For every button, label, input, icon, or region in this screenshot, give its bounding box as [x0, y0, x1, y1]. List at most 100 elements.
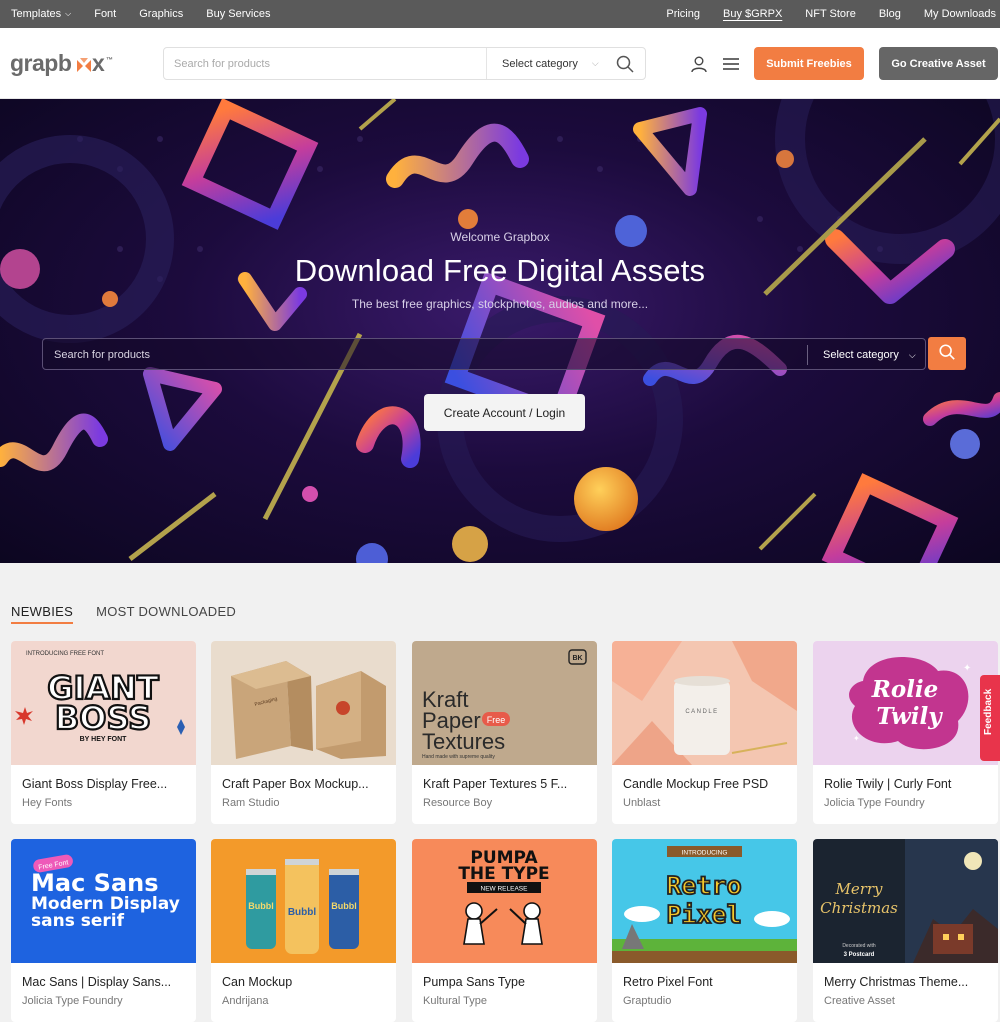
card-title[interactable]: Kraft Paper Textures 5 F... — [423, 777, 588, 791]
card-thumbnail: INTRODUCING FREE FONT GIANT BOSS BY HEY … — [11, 641, 196, 765]
tab-newbies[interactable]: NEWBIES — [11, 604, 74, 624]
svg-text:3 Postcard: 3 Postcard — [844, 952, 875, 958]
hamburger-menu-icon[interactable] — [722, 56, 740, 72]
header-category-label: Select category — [502, 57, 578, 70]
asset-card[interactable]: CANDLE Candle Mockup Free PSD Unblast — [612, 641, 797, 824]
chevron-down-icon: ⌵ — [908, 349, 916, 360]
asset-card[interactable]: BK Kraft Paper Free Textures Hand made w… — [412, 641, 597, 824]
topnav-nft-store[interactable]: NFT Store — [805, 0, 856, 28]
card-author[interactable]: Jolicia Type Foundry — [22, 995, 123, 1007]
topnav-pricing[interactable]: Pricing — [666, 0, 700, 28]
svg-text:Mac Sans: Mac Sans — [31, 869, 159, 897]
card-author[interactable]: Unblast — [623, 797, 660, 809]
top-bar: Templates ⌵ Font Graphics Buy Services Pr… — [0, 0, 1000, 28]
card-title[interactable]: Rolie Twily | Curly Font — [824, 777, 989, 791]
topnav-templates-label: Templates — [11, 8, 62, 20]
card-author[interactable]: Graptudio — [623, 995, 671, 1007]
header-category-select[interactable]: Select category ⌵ — [486, 48, 599, 79]
svg-text:BOSS: BOSS — [55, 699, 151, 737]
card-thumbnail: BK Kraft Paper Free Textures Hand made w… — [412, 641, 597, 765]
hero-search-box: Select category ⌵ — [42, 338, 926, 370]
svg-text:sans serif: sans serif — [31, 911, 125, 931]
card-thumbnail: INTRODUCING Retro Pixel — [612, 839, 797, 963]
card-author[interactable]: Resource Boy — [423, 797, 492, 809]
svg-text:INTRODUCING: INTRODUCING — [682, 850, 728, 857]
card-title[interactable]: Pumpa Sans Type — [423, 975, 588, 989]
card-author[interactable]: Creative Asset — [824, 995, 895, 1007]
go-creative-asset-button[interactable]: Go Creative Asset — [879, 47, 998, 80]
card-title[interactable]: Merry Christmas Theme... — [824, 975, 989, 989]
svg-text:Christmas: Christmas — [820, 899, 898, 917]
card-title[interactable]: Mac Sans | Display Sans... — [22, 975, 187, 989]
hero-search-input[interactable] — [54, 346, 554, 364]
topnav-buy-services[interactable]: Buy Services — [206, 0, 270, 28]
topnav-my-downloads[interactable]: My Downloads — [924, 0, 996, 28]
card-thumbnail: Packaging — [211, 641, 396, 765]
header-search-box: Select category ⌵ — [163, 47, 646, 80]
feedback-tab[interactable]: Feedback — [980, 675, 1000, 761]
svg-text:Bubbl: Bubbl — [288, 907, 317, 918]
svg-text:✦: ✦ — [853, 734, 860, 743]
hero-welcome: Welcome Grapbox — [450, 230, 550, 244]
asset-card[interactable]: Packaging Craft Paper Box Mockup... Ram … — [211, 641, 396, 824]
card-title[interactable]: Craft Paper Box Mockup... — [222, 777, 387, 791]
hero-search-button[interactable] — [928, 337, 966, 370]
svg-text:Rolie: Rolie — [871, 676, 939, 703]
svg-text:Textures: Textures — [422, 729, 505, 754]
topnav-graphics[interactable]: Graphics — [139, 0, 183, 28]
topnav-font[interactable]: Font — [94, 0, 116, 28]
svg-text:grapb: grapb — [10, 50, 72, 76]
hero-abstract-background — [0, 99, 1000, 563]
svg-text:BK: BK — [572, 655, 582, 662]
asset-card[interactable]: INTRODUCING Retro Pixel Retro Pixel Font… — [612, 839, 797, 1022]
hero-category-select[interactable]: Select category ⌵ — [807, 345, 916, 365]
asset-card[interactable]: INTRODUCING FREE FONT GIANT BOSS BY HEY … — [11, 641, 196, 824]
svg-text:Free: Free — [487, 715, 506, 725]
asset-card[interactable]: PUMPA THE TYPE NEW RELEASE Pumpa Sans Ty… — [412, 839, 597, 1022]
card-author[interactable]: Andrijana — [222, 995, 268, 1007]
hero-title: Download Free Digital Assets — [294, 253, 706, 288]
svg-text:Retro: Retro — [666, 871, 741, 900]
card-thumbnail: Bubbl Bubbl Bubbl — [211, 839, 396, 963]
submit-freebies-button[interactable]: Submit Freebies — [754, 47, 864, 80]
card-author[interactable]: Jolicia Type Foundry — [824, 797, 925, 809]
create-account-login-button[interactable]: Create Account / Login — [424, 394, 585, 431]
svg-text:Decorated with: Decorated with — [842, 943, 876, 949]
svg-text:™: ™ — [106, 57, 113, 64]
svg-text:Bubbl: Bubbl — [248, 901, 274, 911]
topnav-templates[interactable]: Templates ⌵ — [11, 0, 71, 28]
card-thumbnail: Rolie Twily ✦ ✦ — [813, 641, 998, 765]
user-icon[interactable] — [690, 55, 708, 73]
card-author[interactable]: Kultural Type — [423, 995, 487, 1007]
feedback-label: Feedback — [983, 688, 994, 735]
asset-card[interactable]: Merry Christmas Decorated with 3 Postcar… — [813, 839, 998, 1022]
search-icon[interactable] — [615, 54, 635, 74]
svg-text:✦: ✦ — [963, 663, 971, 674]
card-title[interactable]: Retro Pixel Font — [623, 975, 788, 989]
svg-text:x: x — [92, 50, 105, 76]
svg-text:INTRODUCING FREE FONT: INTRODUCING FREE FONT — [26, 651, 104, 657]
asset-card[interactable]: Free Font Mac Sans Modern Display sans s… — [11, 839, 196, 1022]
chevron-down-icon: ⌵ — [65, 9, 72, 18]
card-title[interactable]: Can Mockup — [222, 975, 387, 989]
card-title[interactable]: Candle Mockup Free PSD — [623, 777, 788, 791]
grapbox-logo[interactable]: grapb x ™ — [10, 50, 120, 80]
asset-tabs: NEWBIES MOST DOWNLOADED — [11, 604, 259, 626]
svg-text:Twily: Twily — [876, 703, 943, 730]
card-author[interactable]: Ram Studio — [222, 797, 279, 809]
grapbox-logo-mark: grapb x ™ — [10, 50, 113, 76]
svg-text:CANDLE: CANDLE — [685, 709, 718, 715]
tab-most-downloaded[interactable]: MOST DOWNLOADED — [96, 604, 236, 624]
card-thumbnail: Free Font Mac Sans Modern Display sans s… — [11, 839, 196, 963]
hero-banner: Welcome Grapbox Download Free Digital As… — [0, 99, 1000, 563]
card-author[interactable]: Hey Fonts — [22, 797, 72, 809]
topnav-buy-grpx[interactable]: Buy $GRPX — [723, 0, 782, 28]
header-search-input[interactable] — [174, 55, 474, 73]
topnav-blog[interactable]: Blog — [879, 0, 901, 28]
card-title[interactable]: Giant Boss Display Free... — [22, 777, 187, 791]
site-header: grapb x ™ Select category ⌵ Submit Freeb… — [0, 28, 1000, 99]
card-thumbnail: CANDLE — [612, 641, 797, 765]
svg-text:Merry: Merry — [834, 880, 883, 898]
asset-card[interactable]: Rolie Twily ✦ ✦ Rolie Twily | Curly Font… — [813, 641, 998, 824]
asset-card[interactable]: Bubbl Bubbl Bubbl Can Mockup Andrijana — [211, 839, 396, 1022]
